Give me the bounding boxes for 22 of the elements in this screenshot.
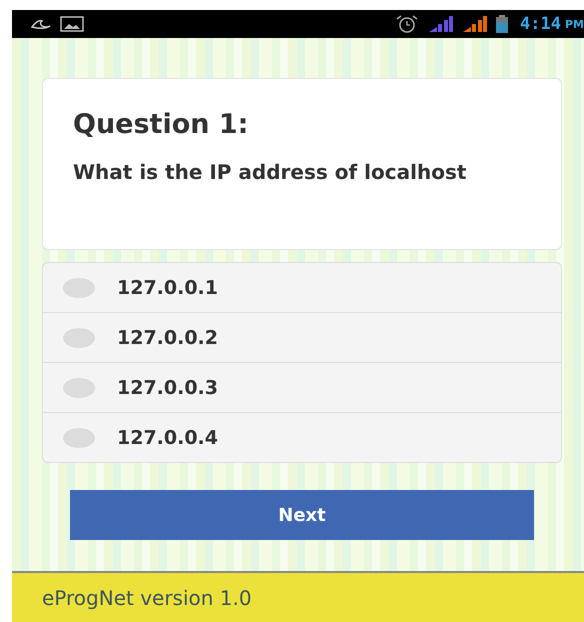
answer-option[interactable]: 127.0.0.3 <box>43 362 561 412</box>
clock-period: PM <box>564 18 584 30</box>
answer-option[interactable]: 127.0.0.4 <box>43 412 561 462</box>
radio-button[interactable] <box>63 278 95 298</box>
radio-button[interactable] <box>63 378 95 398</box>
question-title: Question 1: <box>73 109 250 140</box>
battery-icon <box>496 15 508 33</box>
option-label: 127.0.0.1 <box>117 276 218 298</box>
option-label: 127.0.0.4 <box>117 426 218 448</box>
signal-icon <box>428 15 454 33</box>
next-button[interactable]: Next <box>70 490 534 540</box>
question-text: What is the IP address of localhost <box>73 159 468 186</box>
image-icon <box>60 16 84 32</box>
option-label: 127.0.0.2 <box>117 326 218 348</box>
answer-option[interactable]: 127.0.0.2 <box>43 312 561 362</box>
radio-button[interactable] <box>63 328 95 348</box>
radio-button[interactable] <box>63 428 95 448</box>
clock-time: 4:14 <box>520 14 561 34</box>
version-text: eProgNet version 1.0 <box>42 586 252 610</box>
option-label: 127.0.0.3 <box>117 376 218 398</box>
answer-option[interactable]: 127.0.0.1 <box>43 263 561 312</box>
signal-icon <box>462 15 488 33</box>
